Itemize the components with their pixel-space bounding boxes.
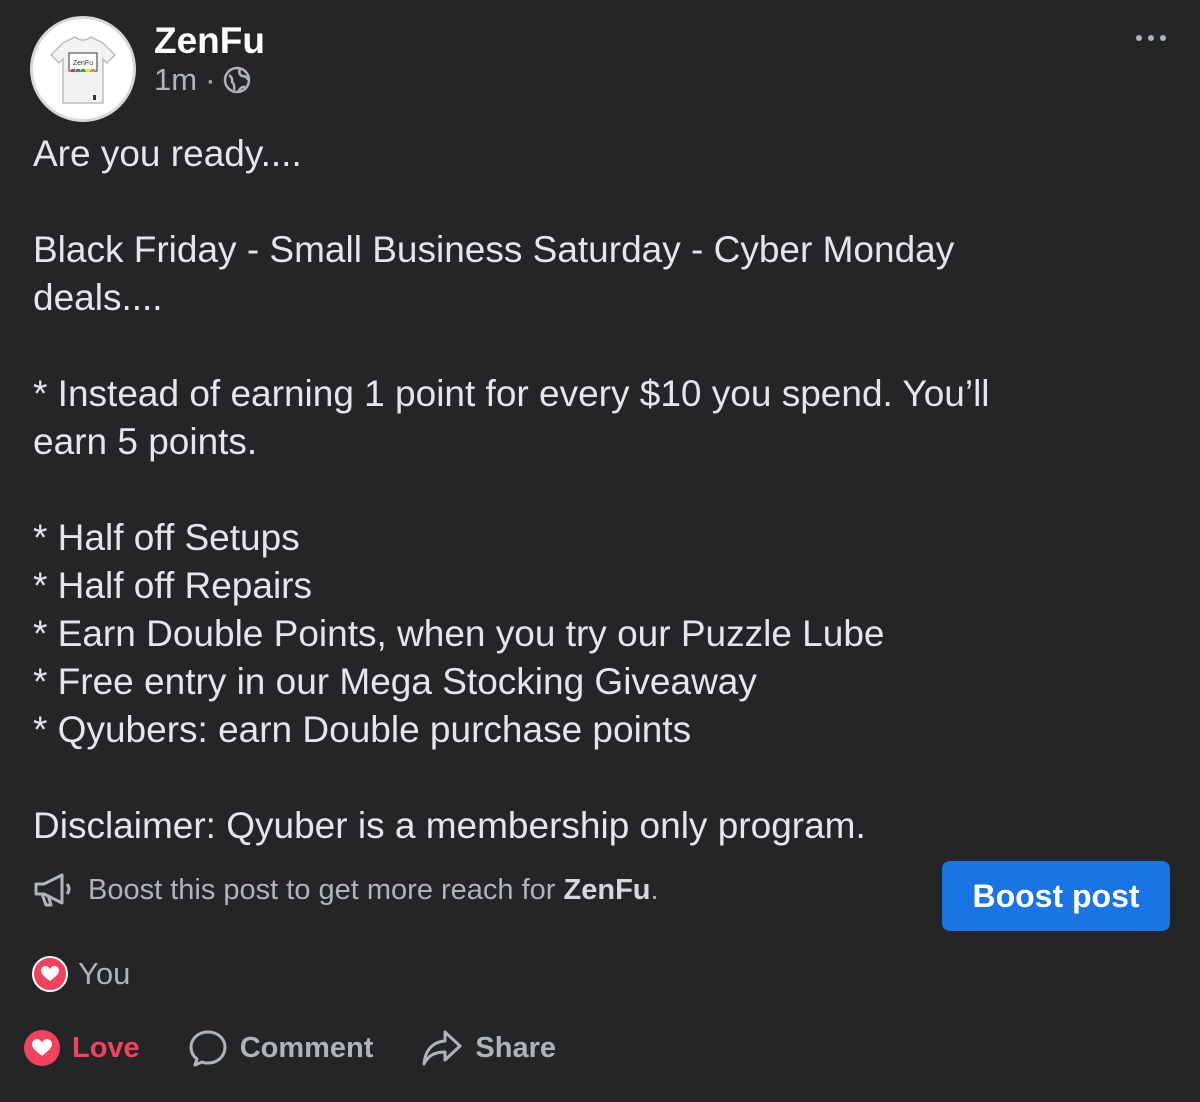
love-icon	[24, 1030, 60, 1066]
post-line: Are you ready....	[33, 133, 302, 174]
post-line: Black Friday - Small Business Saturday -…	[33, 229, 955, 270]
share-icon	[422, 1030, 462, 1066]
reaction-summary[interactable]: You	[32, 956, 130, 992]
meta-separator: ·	[205, 62, 216, 97]
more-horizontal-icon	[1136, 35, 1166, 41]
post-line: * Earn Double Points, when you try our P…	[33, 613, 885, 654]
comment-icon	[189, 1030, 227, 1067]
post-timestamp[interactable]: 1m	[154, 62, 197, 98]
post-line: * Qyubers: earn Double purchase points	[33, 709, 692, 750]
megaphone-icon	[34, 873, 71, 907]
post-line: deals....	[33, 277, 163, 318]
reaction-summary-label: You	[78, 956, 131, 991]
love-button[interactable]: Love	[24, 1030, 140, 1066]
boost-hint: Boost this post to get more reach for Ze…	[32, 872, 659, 908]
love-reaction-icon	[32, 956, 68, 992]
post-author-name[interactable]: ZenFu	[154, 20, 265, 62]
globe-icon	[224, 66, 251, 94]
avatar-logo-text: ZenFu	[73, 60, 93, 67]
comment-button[interactable]: Comment	[188, 1028, 374, 1068]
post-line: earn 5 points.	[33, 421, 258, 462]
post-meta: 1m ·	[154, 62, 251, 98]
boost-post-button[interactable]: Boost post	[942, 861, 1170, 931]
post-line: * Half off Setups	[33, 517, 300, 558]
tshirt-logo-icon: ZenFu	[49, 36, 117, 104]
post-action-bar: Love Comment Share	[24, 1028, 556, 1068]
more-options-button[interactable]	[1134, 22, 1168, 50]
boost-hint-prefix: Boost this post to get more reach for	[88, 873, 564, 906]
share-button[interactable]: Share	[421, 1029, 556, 1067]
share-label: Share	[475, 1031, 557, 1064]
post-line: * Half off Repairs	[33, 565, 312, 606]
post-line: * Free entry in our Mega Stocking Giveaw…	[33, 661, 757, 702]
post-line: Disclaimer: Qyuber is a membership only …	[33, 805, 866, 846]
boost-hint-page-name: ZenFu	[563, 873, 651, 906]
page-avatar[interactable]: ZenFu	[30, 16, 136, 122]
comment-label: Comment	[239, 1031, 374, 1064]
post-body: Are you ready.... Black Friday - Small B…	[33, 130, 1163, 850]
post-line: * Instead of earning 1 point for every $…	[33, 373, 990, 414]
love-label: Love	[72, 1031, 140, 1064]
boost-hint-suffix: .	[650, 873, 659, 906]
